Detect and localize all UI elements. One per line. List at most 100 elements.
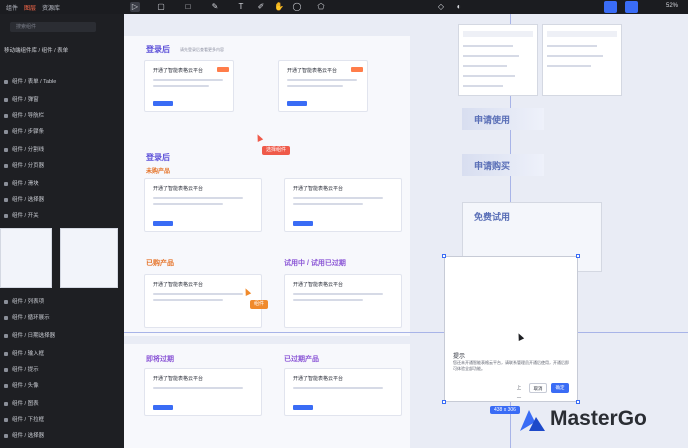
hand-tool-icon[interactable]: ✋ [274, 2, 284, 12]
card-line [153, 293, 243, 295]
card-line [293, 293, 383, 295]
dropdown-option [463, 85, 503, 87]
product-card[interactable]: 开通了智能表格云平台 [278, 60, 368, 112]
card-line [153, 85, 209, 87]
component-icon [4, 351, 8, 356]
comment-tool-icon[interactable]: ◯ [292, 2, 302, 12]
card-title: 开通了智能表格云平台 [293, 282, 344, 288]
section-subtitle: 试用中 / 试用已过期 [284, 260, 346, 267]
card-line [287, 79, 357, 81]
card-title: 开通了智能表格云平台 [153, 186, 204, 192]
sidebar-item[interactable]: 组件 / 分割线 [4, 146, 44, 154]
card-title: 开通了智能表格云平台 [293, 186, 344, 192]
card-line [153, 197, 243, 199]
section-title: 即将过期 [146, 356, 174, 363]
card-button[interactable] [153, 221, 173, 226]
sidebar-item[interactable]: 组件 / 分页器 [4, 162, 44, 170]
product-card[interactable]: 开通了智能表格云平台 [284, 368, 402, 416]
dialog-prev-button[interactable]: 上一 [515, 383, 523, 400]
text-tool-icon[interactable]: T [236, 2, 246, 12]
sidebar-item[interactable]: 组件 / 选择器 [4, 196, 44, 204]
dropdown-search [463, 31, 533, 37]
dropdown-preview[interactable] [458, 24, 538, 96]
pen-tool-icon[interactable]: ✎ [210, 2, 220, 12]
sidebar-item[interactable]: 组件 / 步骤条 [4, 128, 44, 136]
card-button[interactable] [293, 405, 313, 410]
play-button[interactable] [625, 1, 638, 13]
dropdown-option [547, 65, 591, 67]
selected-component-chip: 选择组件 [262, 146, 291, 155]
sidebar-item[interactable]: 组件 / 开关 [4, 212, 39, 220]
rect-tool-icon[interactable]: □ [183, 2, 193, 12]
product-card[interactable]: 开通了智能表格云平台 [284, 178, 402, 232]
dropdown-option [463, 55, 519, 57]
move-tool-icon[interactable]: ▷ [130, 2, 140, 12]
banner-title: 免费试用 [474, 212, 511, 222]
zoom-level[interactable]: 52% [666, 3, 678, 9]
sidebar-item[interactable]: 组件 / 滑块 [4, 180, 39, 188]
product-card[interactable]: 开通了智能表格云平台 [284, 274, 402, 328]
component-thumbnail[interactable] [60, 228, 118, 288]
card-line [293, 197, 383, 199]
card-button[interactable] [293, 221, 313, 226]
sidebar-search-input[interactable]: 搜索组件 [10, 22, 96, 32]
sidebar-item[interactable]: 组件 / 选择器 [4, 432, 44, 440]
card-line [153, 387, 243, 389]
dev-mode-button[interactable] [604, 1, 617, 13]
product-card[interactable]: 开通了智能表格云平台 [144, 60, 234, 112]
resize-handle[interactable] [576, 254, 580, 258]
sidebar-item[interactable]: 组件 / 输入框 [4, 350, 44, 358]
sidebar-item[interactable]: 组件 / 头像 [4, 382, 39, 390]
tab-components[interactable]: 组件 [6, 3, 18, 12]
component-icon [4, 433, 8, 438]
frame-tool-icon[interactable]: ▢ [156, 2, 166, 12]
card-tag [351, 67, 363, 72]
sidebar-item[interactable]: 组件 / 列表项 [4, 298, 44, 306]
design-canvas[interactable]: 登录后 请先登录后查看更多内容 开通了智能表格云平台 开通了智能表格云平台 选择… [124, 14, 688, 448]
card-title: 开通了智能表格云平台 [153, 282, 204, 288]
sidebar-item[interactable]: 组件 / 弹窗 [4, 96, 39, 104]
dropdown-preview[interactable] [542, 24, 622, 96]
sidebar-item[interactable]: 组件 / 表单 / Table [4, 78, 56, 86]
card-button[interactable] [153, 405, 173, 410]
component-icon [4, 417, 8, 422]
dialog-text: 您还未开通智能表格云平台，请联系管理员开通后使用，开通后即可体验全部功能。 [453, 360, 569, 371]
sidebar-item[interactable]: 组件 / 日期选择器 [4, 332, 55, 340]
component-icon [4, 383, 8, 388]
card-line [153, 79, 223, 81]
dialog-confirm-button[interactable]: 确定 [551, 383, 569, 393]
section-subtitle: 请先登录后查看更多内容 [180, 47, 224, 52]
resize-handle[interactable] [442, 400, 446, 404]
component-icon [4, 367, 8, 372]
plugin-tool-icon[interactable]: ⬠ [316, 2, 326, 12]
component-icon [4, 299, 8, 304]
tab-assets[interactable]: 资源库 [42, 3, 60, 12]
section-title: 登录后 [146, 45, 170, 54]
product-card[interactable]: 开通了智能表格云平台 [144, 368, 262, 416]
component-thumbnail[interactable] [0, 228, 52, 288]
component-icon [4, 315, 8, 320]
card-button[interactable] [287, 101, 307, 106]
mouse-cursor-icon [515, 332, 525, 341]
sidebar-item[interactable]: 组件 / 图表 [4, 400, 39, 408]
dialog-cancel-button[interactable]: 取消 [529, 383, 547, 393]
sidebar-item[interactable]: 组件 / 循环展示 [4, 314, 50, 322]
sidebar-item[interactable]: 组件 / 提示 [4, 366, 39, 374]
sidebar-item[interactable]: 组件 / 下拉框 [4, 416, 44, 424]
tab-layers[interactable]: 图层 [24, 3, 36, 12]
card-line [293, 387, 383, 389]
sidebar-item[interactable]: 组件 / 导航栏 [4, 112, 44, 120]
product-card[interactable]: 开通了智能表格云平台 [144, 178, 262, 232]
component-icon [4, 113, 8, 118]
card-button[interactable] [153, 101, 173, 106]
component-icon [4, 163, 8, 168]
dropdown-option [463, 75, 515, 77]
product-card[interactable]: 开通了智能表格云平台 [144, 274, 262, 328]
component-icon[interactable]: ◇ [436, 2, 446, 12]
resize-handle[interactable] [442, 254, 446, 258]
pencil-tool-icon[interactable]: ✐ [256, 2, 266, 12]
card-line [287, 85, 343, 87]
component-icon [4, 401, 8, 406]
selected-dialog[interactable]: 提示 您还未开通智能表格云平台，请联系管理员开通后使用，开通后即可体验全部功能。… [442, 254, 580, 404]
contrast-icon[interactable]: ◐ [454, 2, 464, 12]
